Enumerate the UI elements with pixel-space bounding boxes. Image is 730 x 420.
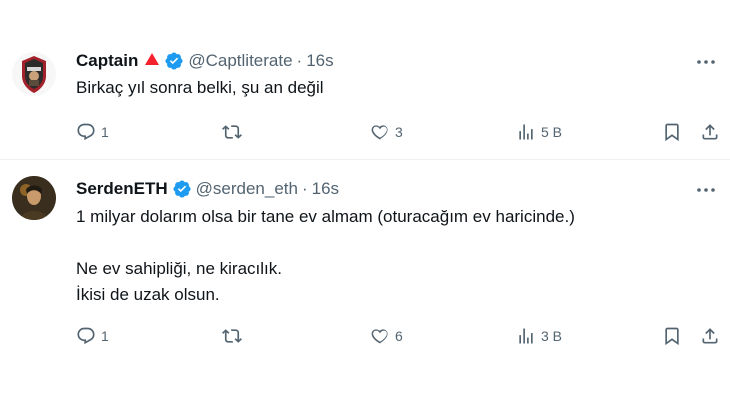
like-count: 6 <box>395 328 403 344</box>
share-icon <box>702 124 718 140</box>
views-count: 3 B <box>541 328 563 344</box>
heart-icon <box>371 329 388 344</box>
views-chart-icon <box>519 328 533 344</box>
bookmark-button[interactable] <box>662 122 682 142</box>
verified-badge-icon <box>172 179 192 199</box>
share-button[interactable] <box>700 122 720 142</box>
display-name[interactable]: Captain <box>76 51 138 71</box>
timestamp[interactable]: 16s <box>306 51 333 71</box>
more-options-icon[interactable] <box>696 52 716 72</box>
bookmark-icon <box>665 327 679 346</box>
avatar[interactable] <box>12 52 56 96</box>
like-button[interactable]: 3 <box>370 122 403 142</box>
tweet-text-line: 1 milyar dolarım olsa bir tane ev almam … <box>76 207 575 226</box>
tweet-text-line: İkisi de uzak olsun. <box>76 285 220 304</box>
reply-icon <box>77 123 95 141</box>
separator: · <box>296 51 303 70</box>
reply-count: 1 <box>101 328 109 344</box>
more-options-icon[interactable] <box>696 180 716 200</box>
reply-button[interactable]: 1 <box>76 122 109 142</box>
tweet-header: SerdenETH @serden_eth · 16s <box>76 179 339 199</box>
separator: · <box>301 179 308 198</box>
tweet-text: 1 milyar dolarım olsa bir tane ev almam … <box>76 204 575 308</box>
views-button[interactable]: 3 B <box>516 326 562 346</box>
retweet-icon <box>222 125 242 139</box>
tweet-actions: 1 6 3 B <box>76 324 718 348</box>
user-handle[interactable]: @Captliterate <box>188 51 292 71</box>
like-count: 3 <box>395 124 403 140</box>
user-handle[interactable]: @serden_eth <box>196 179 298 199</box>
retweet-icon <box>222 329 242 343</box>
display-name[interactable]: SerdenETH <box>76 179 168 199</box>
views-chart-icon <box>519 124 533 140</box>
tweet-text: Birkaç yıl sonra belki, şu an değil <box>76 75 324 101</box>
triangle-badge-icon <box>144 51 160 71</box>
bookmark-icon <box>665 123 679 142</box>
bookmark-button[interactable] <box>662 326 682 346</box>
share-button[interactable] <box>700 326 720 346</box>
tweet-header: Captain @Captliterate · 16s <box>76 51 334 71</box>
reply-count: 1 <box>101 124 109 140</box>
views-count: 5 B <box>541 124 563 140</box>
retweet-button[interactable] <box>222 122 247 142</box>
tweet[interactable]: Captain @Captliterate · 16s Birkaç yıl s… <box>0 0 730 160</box>
share-icon <box>702 328 718 344</box>
like-button[interactable]: 6 <box>370 326 403 346</box>
heart-icon <box>371 125 388 140</box>
timestamp[interactable]: 16s <box>312 179 339 199</box>
views-button[interactable]: 5 B <box>516 122 562 142</box>
tweet-text-line: Ne ev sahipliği, ne kiracılık. <box>76 259 282 278</box>
tweet[interactable]: SerdenETH @serden_eth · 16s 1 milyar dol… <box>0 160 730 420</box>
avatar[interactable] <box>12 176 56 220</box>
tweet-actions: 1 3 5 B <box>76 120 718 144</box>
reply-button[interactable]: 1 <box>76 326 109 346</box>
verified-badge-icon <box>164 51 184 71</box>
reply-icon <box>77 327 95 345</box>
retweet-button[interactable] <box>222 326 247 346</box>
tweet-text-line: Birkaç yıl sonra belki, şu an değil <box>76 78 324 97</box>
